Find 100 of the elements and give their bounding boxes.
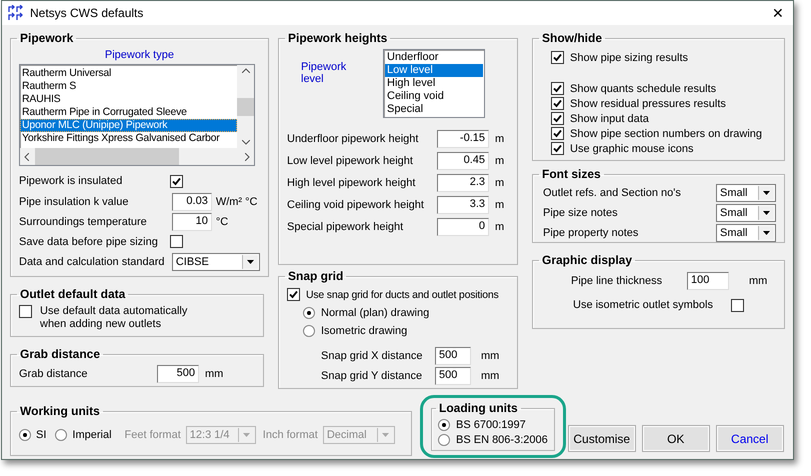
unit-label: m — [495, 221, 506, 233]
radio-label: SI — [36, 429, 46, 441]
number-field[interactable]: 0 — [437, 218, 489, 236]
field-label: Inch format — [262, 429, 318, 441]
unit-label: mm — [481, 370, 500, 382]
dropdown[interactable]: CIBSE — [172, 253, 260, 271]
unit-label: m — [495, 199, 506, 211]
scroll-up-icon[interactable] — [242, 68, 250, 73]
radio-label: BS 6700:1997 — [456, 418, 526, 430]
field-label: Special pipework height — [287, 221, 404, 233]
number-field[interactable]: 100 — [687, 272, 729, 290]
checkbox-label: Show quants schedule results — [570, 82, 716, 94]
checkbox-label: Use graphic mouse icons — [570, 142, 694, 154]
field-label: High level pipework height — [287, 177, 416, 189]
field-label: Save data before pipe sizing — [19, 236, 158, 248]
app-icon — [8, 5, 24, 21]
list-item[interactable]: Rautherm S — [20, 80, 237, 93]
radio-button[interactable] — [19, 429, 31, 441]
unit-label: m — [495, 133, 506, 145]
number-field[interactable]: 2.3 — [437, 174, 489, 192]
checkbox-label: Show pipe section numbers on drawing — [570, 128, 762, 140]
unit-label: m — [495, 155, 506, 167]
number-field[interactable]: 0.45 — [437, 152, 489, 170]
field-label: Data and calculation standard — [19, 256, 166, 268]
checkbox-label: Use snap grid for ducts and outlet positions — [306, 288, 499, 300]
group-title: Outlet default data — [19, 287, 126, 301]
field-label: Underfloor pipework height — [287, 133, 420, 145]
list-item[interactable]: Rautherm Pipe in Corrugated Sleeve — [20, 106, 237, 119]
dialog-button[interactable]: OK — [642, 425, 710, 452]
checkbox[interactable] — [170, 174, 183, 188]
checkbox[interactable] — [551, 142, 564, 155]
checkbox-label: Use default data automatically when adding new outlets — [40, 305, 188, 331]
list-item[interactable]: Uponor MLC (Unipipe) Pipework — [20, 119, 237, 132]
field-label: Low level pipework height — [287, 155, 414, 167]
unit-label: mm — [481, 350, 500, 362]
radio-label: Normal (plan) drawing — [321, 307, 430, 319]
group-title: Loading units — [438, 401, 519, 415]
dialog-button[interactable]: Cancel — [716, 425, 784, 452]
unit-label: °C — [216, 216, 230, 228]
number-field[interactable]: 10 — [172, 213, 212, 231]
number-field[interactable]: 500 — [157, 364, 199, 382]
checkbox[interactable] — [551, 82, 564, 95]
number-field[interactable]: -0.15 — [437, 130, 489, 148]
checkbox[interactable] — [287, 288, 300, 301]
group-title: Graphic display — [541, 253, 634, 267]
radio-button[interactable] — [438, 434, 450, 446]
radio-button[interactable] — [303, 325, 315, 337]
group-title: Pipework — [19, 31, 74, 45]
list-label: Pipework type — [104, 49, 175, 61]
scroll-left-icon[interactable] — [24, 152, 29, 160]
scrollbar[interactable] — [237, 65, 254, 148]
checkbox[interactable] — [551, 97, 564, 110]
field-label: Grab distance — [19, 368, 88, 380]
dialog-button[interactable]: Customise — [568, 425, 636, 452]
field-label: Outlet refs. and Section no's — [542, 187, 682, 199]
dropdown[interactable]: Small — [716, 184, 776, 202]
field-label: Pipework is insulated — [19, 175, 124, 187]
number-field[interactable]: 500 — [435, 347, 471, 365]
list-item[interactable]: Low level — [385, 64, 483, 77]
close-button[interactable]: ✕ — [763, 2, 793, 24]
checkbox[interactable] — [19, 305, 32, 318]
unit-label: mm — [749, 275, 768, 287]
list-label: Pipework level — [301, 60, 348, 87]
list-item[interactable]: Ceiling void — [385, 90, 483, 103]
field-label: Pipe line thickness — [571, 275, 664, 287]
scrollbar-thumb[interactable] — [237, 98, 254, 116]
scrollbar[interactable] — [20, 148, 254, 165]
list-item[interactable]: Special — [385, 103, 483, 116]
checkbox-label: Show pipe sizing results — [570, 52, 688, 64]
list-item[interactable]: RAUHIS — [20, 93, 237, 106]
number-field[interactable]: 500 — [435, 367, 471, 385]
number-field[interactable]: 0.03 — [172, 193, 212, 211]
checkbox[interactable] — [551, 112, 564, 125]
field-label: Snap grid X distance — [321, 350, 424, 362]
checkbox[interactable] — [170, 235, 183, 248]
field-label: Pipe size notes — [542, 207, 619, 219]
field-label: Surroundings temperature — [19, 216, 148, 228]
dropdown[interactable]: Small — [716, 204, 776, 222]
list-item[interactable]: High level — [385, 77, 483, 90]
list-item[interactable]: Rautherm Universal — [20, 67, 237, 80]
window-title: Netsys CWS defaults — [30, 6, 144, 20]
field-label: Use isometric outlet symbols — [573, 299, 714, 311]
field-label: Feet format — [124, 429, 181, 441]
list-item[interactable]: Underfloor — [385, 51, 483, 64]
checkbox[interactable] — [551, 127, 564, 140]
scroll-right-icon[interactable] — [245, 152, 250, 160]
list-item[interactable]: Yorkshire Fittings Xpress Galvanised Carbor — [20, 132, 237, 145]
scroll-down-icon[interactable] — [242, 140, 250, 145]
checkbox[interactable] — [551, 51, 564, 64]
group-title: Font sizes — [541, 167, 602, 181]
radio-button[interactable] — [438, 418, 450, 430]
radio-button[interactable] — [55, 429, 68, 441]
checkbox[interactable] — [731, 298, 744, 312]
dropdown[interactable]: Small — [716, 224, 776, 242]
scrollbar-thumb[interactable] — [35, 148, 179, 165]
checkbox-label: Show residual pressures results — [570, 98, 726, 110]
number-field[interactable]: 3.3 — [437, 196, 489, 214]
radio-button[interactable] — [303, 307, 315, 319]
unit-label: W/m² °C — [216, 196, 258, 208]
group-title: Pipework heights — [287, 31, 388, 45]
